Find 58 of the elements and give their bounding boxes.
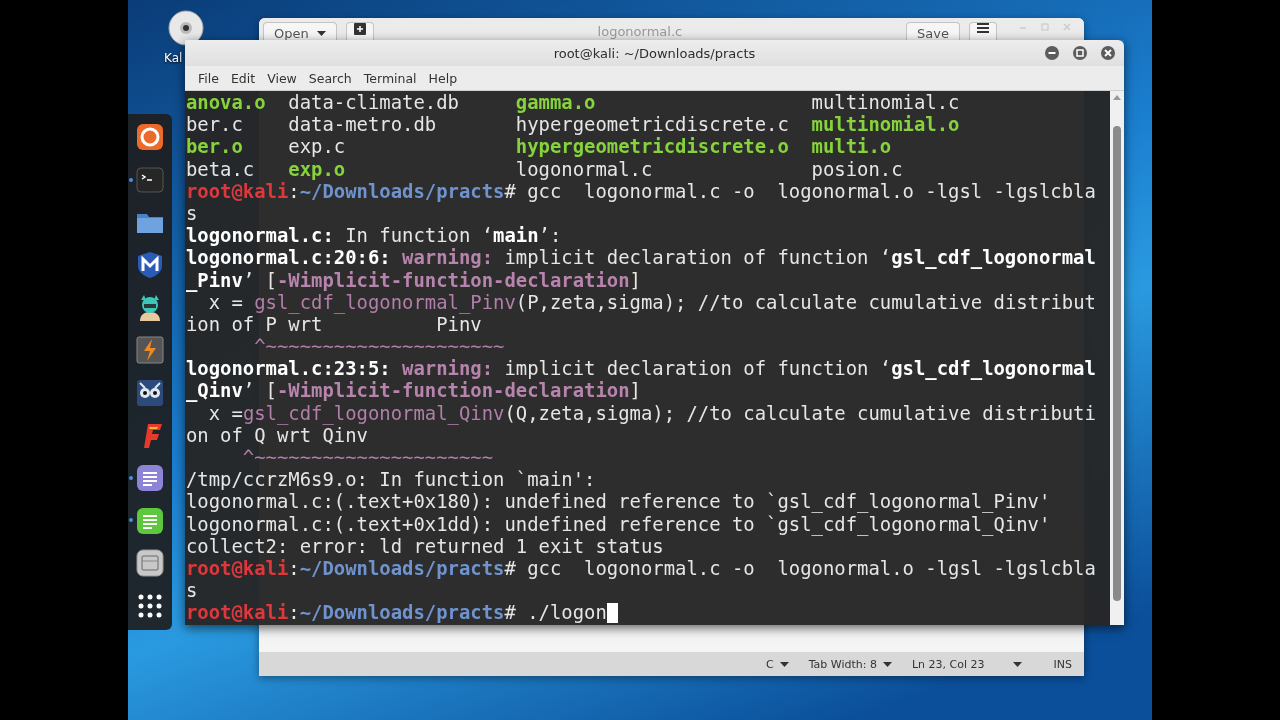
- caret-icon: [1012, 661, 1022, 667]
- terminal-line: collect2: error: ld returned 1 exit status: [186, 534, 664, 557]
- save-button[interactable]: Save: [906, 22, 960, 40]
- terminal-line: s: [186, 201, 198, 224]
- terminal-line: logonormal.c:23:5: warning: implicit declaration of function ‘gsl_cdf_logonormal: [186, 357, 1096, 380]
- terminal-line: ber.o exp.c hypergeometricdiscrete.o multi.o: [186, 135, 892, 158]
- caret-icon: [882, 661, 892, 667]
- terminal-icon[interactable]: [136, 165, 164, 194]
- terminal-line: /tmp/ccrzM6s9.o: In function `main':: [186, 468, 596, 491]
- swirl-icon[interactable]: [136, 123, 164, 152]
- lightning-icon[interactable]: [136, 336, 164, 365]
- minimize-icon[interactable]: [1044, 45, 1060, 61]
- menu-item[interactable]: Edit: [225, 70, 261, 86]
- shield-icon[interactable]: [136, 251, 164, 280]
- open-button[interactable]: Open: [263, 22, 337, 40]
- notes-icon[interactable]: [136, 506, 164, 535]
- language-dropdown[interactable]: C: [766, 657, 789, 671]
- insert-mode-label: INS: [1053, 657, 1072, 671]
- window-title: logonormal.c: [596, 23, 684, 39]
- caret-icon: [779, 661, 789, 667]
- menu-item[interactable]: Help: [423, 70, 463, 86]
- terminal-line: x =gsl_cdf_logonormal_Qinv(Q,zeta,sigma); //to calculate cumulative distributi: [208, 401, 1096, 424]
- device-icon[interactable]: [136, 549, 164, 578]
- menu-item[interactable]: View: [262, 70, 302, 86]
- menu-item[interactable]: Search: [303, 70, 357, 86]
- terminal-line: logonormal.c:20:6: warning: implicit declaration of function ‘gsl_cdf_logonormal: [186, 246, 1096, 269]
- terminal-line: logonormal.c: In function ‘main’:: [186, 224, 562, 247]
- close-icon[interactable]: [1100, 45, 1116, 61]
- scrollbar[interactable]: [1110, 91, 1124, 625]
- window-title: root@kali: ~/Downloads/practs: [552, 45, 757, 61]
- maximize-icon[interactable]: [1072, 45, 1088, 61]
- menu-item[interactable]: File: [193, 70, 224, 86]
- terminal-line: ^~~~~~~~~~~~~~~~~~~~~~: [241, 446, 494, 468]
- cursor-position-dropdown[interactable]: Ln 23, Col 23: [911, 657, 1022, 671]
- terminal-line: _Pinv’ [-Wimplicit-function-declaration]: [186, 268, 641, 291]
- terminal-line: root@kali:~/Downloads/practs# gcc logonormal.c -o logonormal.o -lgsl -lgslcbla: [186, 179, 1096, 202]
- menu-button[interactable]: [969, 22, 997, 40]
- terminal-line: beta.c exp.o logonormal.c posion.c: [186, 157, 903, 180]
- terminal-line: logonormal.c:(.text+0x1dd): undefined reference to `gsl_cdf_logonormal_Qinv': [186, 512, 1051, 535]
- owl-icon[interactable]: [136, 378, 164, 407]
- caret-icon: [316, 31, 326, 36]
- desktop-icon-label[interactable]: Kal: [164, 51, 183, 65]
- terminal-line: x = gsl_cdf_logonormal_Pinv(P,zeta,sigma); //to calculate cumulative distribut: [208, 290, 1096, 313]
- terminal-line: _Qinv’ [-Wimplicit-function-declaration]: [186, 379, 641, 402]
- terminal-line: logonormal.c:(.text+0x180): undefined reference to `gsl_cdf_logonormal_Pinv': [186, 490, 1051, 513]
- menu-item[interactable]: Terminal: [358, 70, 422, 86]
- new-document-button[interactable]: [345, 22, 374, 40]
- terminal-line: root@kali:~/Downloads/practs# gcc logonormal.c -o logonormal.o -lgsl -lgslcbla: [186, 556, 1096, 579]
- terminal-line: s: [186, 579, 198, 602]
- tab-width-dropdown[interactable]: Tab Width: 8: [808, 657, 892, 671]
- plus-icon: [353, 23, 366, 35]
- terminal-line: anova.o data-climate.db gamma.o multinomial.c: [186, 91, 960, 113]
- terminal-line: root@kali:~/Downloads/practs# ./logon: [186, 601, 607, 624]
- terminal-line: ^~~~~~~~~~~~~~~~~~~~~~: [253, 335, 505, 358]
- disc-icon[interactable]: [168, 10, 204, 46]
- notes-icon[interactable]: [136, 464, 164, 493]
- terminal-line: ber.c data-metro.db hypergeometricdiscrete.c multinomial.o: [186, 113, 960, 136]
- menu-icon: [977, 23, 989, 33]
